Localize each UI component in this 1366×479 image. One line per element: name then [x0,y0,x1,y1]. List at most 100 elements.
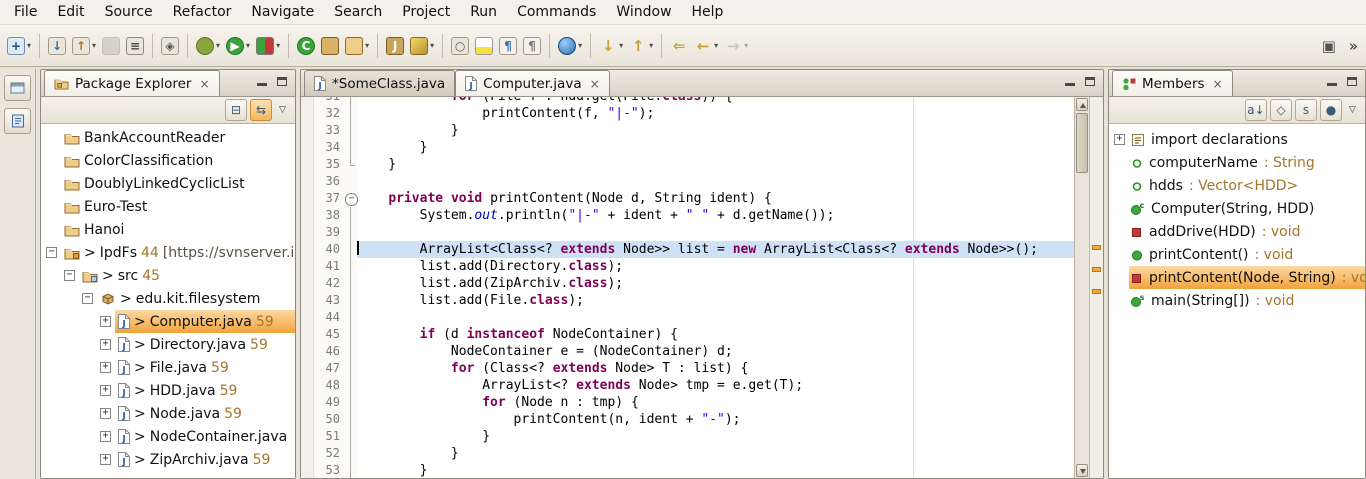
tree-item-doublylinkedcycliclist[interactable]: DoublyLinkedCyclicList [41,172,295,195]
code-line-47[interactable]: 47 for (Class<? extends Node> T : list) … [301,360,1074,377]
hide-static-button[interactable]: s [1295,99,1317,121]
show-blocks-button[interactable]: ¶ [520,31,544,61]
code-line-40[interactable]: 40 ArrayList<Class<? extends Node>> list… [301,241,1074,258]
marker-bar[interactable] [301,190,314,207]
code-line-46[interactable]: 46 NodeContainer e = (NodeContainer) d; [301,343,1074,360]
marker-bar[interactable] [301,105,314,122]
code-line-44[interactable]: 44 [301,309,1074,326]
open-type-button[interactable]: ○ [448,31,472,61]
expander-minus-icon[interactable]: − [82,293,93,304]
marker-bar[interactable] [301,445,314,462]
marker-bar[interactable] [301,394,314,411]
members-tab[interactable]: Members × [1112,70,1233,96]
tree-item-computer-java[interactable]: +J>Computer.java59 [41,310,295,333]
code-line-49[interactable]: 49 for (Node n : tmp) { [301,394,1074,411]
expander-plus-icon[interactable]: + [100,385,111,396]
expander-plus-icon[interactable]: + [100,408,111,419]
code-line-39[interactable]: 39 [301,224,1074,241]
dropdown-arrow-icon[interactable]: ▾ [578,41,582,50]
expander-plus-icon[interactable]: + [100,316,111,327]
code-line-31[interactable]: 31 for (File f : hdd.get(File.class)) { [301,97,1074,105]
tree-item-node-java[interactable]: +J>Node.java59 [41,402,295,425]
back-button[interactable]: ←▾ [691,31,721,61]
editor-presentation-button[interactable]: ▣ [1317,31,1341,61]
forward-button[interactable]: →▾ [721,31,751,61]
new-java-package-button[interactable] [318,31,342,61]
marker-bar[interactable] [301,428,314,445]
expander-plus-icon[interactable]: + [1114,134,1125,145]
scrollbar-thumb[interactable] [1076,113,1088,173]
marker-bar[interactable] [301,411,314,428]
open-web-browser-button[interactable]: ▾ [555,31,585,61]
restore-minimized-view-1-button[interactable] [4,75,31,101]
editor-tab-computer-java[interactable]: JComputer.java× [455,70,610,96]
maximize-icon[interactable] [277,77,287,86]
marker-bar[interactable] [301,207,314,224]
menu-navigate[interactable]: Navigate [241,2,324,22]
marker-bar[interactable] [301,360,314,377]
view-menu-button[interactable]: ▽ [275,99,290,121]
maximize-icon[interactable] [1085,77,1095,86]
minimize-icon[interactable] [1327,77,1337,86]
marker-bar[interactable] [301,97,314,105]
build-all-button[interactable]: ◈ [158,31,182,61]
marker-bar[interactable] [301,258,314,275]
code-line-45[interactable]: 45 if (d instanceof NodeContainer) { [301,326,1074,343]
marker-bar[interactable] [301,326,314,343]
print-button[interactable]: ≡ [123,31,147,61]
maximize-icon[interactable] [1347,77,1357,86]
dropdown-arrow-icon[interactable]: ▾ [216,41,220,50]
search-button[interactable]: ▾ [407,31,437,61]
mark-occurrences-button[interactable] [472,31,496,61]
fold-collapse-icon[interactable] [344,190,357,207]
tree-item-edu-kit-filesystem[interactable]: −>edu.kit.filesystem [41,287,295,310]
code-line-53[interactable]: 53 } [301,462,1074,478]
minimize-icon[interactable] [257,77,267,86]
marker-bar[interactable] [301,292,314,309]
svn-update-button[interactable]: ↓ [45,31,69,61]
menu-window[interactable]: Window [606,2,681,22]
package-explorer-tab[interactable]: Package Explorer × [44,70,220,96]
sort-button[interactable]: a↓ [1245,99,1267,121]
tree-item-colorclassification[interactable]: ColorClassification [41,149,295,172]
dropdown-arrow-icon[interactable]: ▾ [649,41,653,50]
menu-search[interactable]: Search [324,2,392,22]
scrollbar-down-icon[interactable] [1076,464,1088,477]
marker-bar[interactable] [301,224,314,241]
member-printcontent[interactable]: printContent(): void [1109,243,1365,266]
member-computername[interactable]: computerName: String [1109,151,1365,174]
member-adddrive-hdd[interactable]: addDrive(HDD): void [1109,220,1365,243]
tree-item-src[interactable]: −>src45 [41,264,295,287]
code-line-50[interactable]: 50 printContent(n, ident + "-"); [301,411,1074,428]
dropdown-arrow-icon[interactable]: ▾ [92,41,96,50]
code-line-43[interactable]: 43 list.add(File.class); [301,292,1074,309]
show-whitespace-button[interactable]: ¶ [496,31,520,61]
code-line-42[interactable]: 42 list.add(ZipArchiv.class); [301,275,1074,292]
prev-annotation-button[interactable]: ↑▾ [626,31,656,61]
run-button[interactable]: ▶▾ [223,31,253,61]
dropdown-arrow-icon[interactable]: ▾ [246,41,250,50]
expander-minus-icon[interactable]: − [46,247,57,258]
dropdown-arrow-icon[interactable]: ▾ [714,41,718,50]
marker-bar[interactable] [301,309,314,326]
marker-bar[interactable] [301,173,314,190]
member-computer-string-hdd[interactable]: cComputer(String, HDD) [1109,197,1365,220]
tree-item-ziparchiv-java[interactable]: +J>ZipArchiv.java59 [41,448,295,471]
code-line-34[interactable]: 34 } [301,139,1074,156]
next-annotation-button[interactable]: ↓▾ [596,31,626,61]
dropdown-arrow-icon[interactable]: ▾ [365,41,369,50]
close-icon[interactable]: × [590,77,600,91]
save-button[interactable] [99,31,123,61]
menu-run[interactable]: Run [460,2,507,22]
menu-refactor[interactable]: Refactor [163,2,242,22]
minimize-icon[interactable] [1065,77,1075,86]
code-line-36[interactable]: 36 [301,173,1074,190]
restore-minimized-view-2-button[interactable] [4,108,31,134]
menu-commands[interactable]: Commands [507,2,606,22]
scrollbar-up-icon[interactable] [1076,98,1088,111]
code-line-51[interactable]: 51 } [301,428,1074,445]
menu-project[interactable]: Project [392,2,460,22]
editor-scrollbar[interactable] [1074,97,1089,478]
code-line-48[interactable]: 48 ArrayList<? extends Node> tmp = e.get… [301,377,1074,394]
coverage-button[interactable]: ▾ [253,31,283,61]
